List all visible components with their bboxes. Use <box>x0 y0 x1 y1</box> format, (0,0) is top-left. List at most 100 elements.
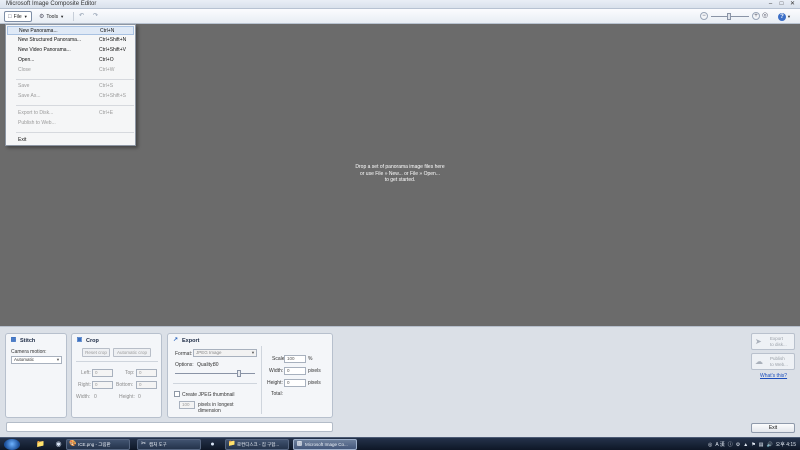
crop-right-field[interactable]: 0 <box>92 381 113 389</box>
export-width-field[interactable]: 0 <box>284 367 306 375</box>
fit-to-window-icon[interactable]: ◎ <box>762 12 770 20</box>
title-bar: Microsoft Image Composite Editor – □ ✕ <box>0 0 800 9</box>
chevron-down-icon: ▼ <box>787 14 791 19</box>
export-title: ↗ Export <box>172 337 199 344</box>
menu-item-label: Publish to Web... <box>18 120 56 126</box>
taskbar: 📁 ◉ 🎨 ICE.png - 그림판 ✂ 캡처 도구 ● 📁 로컨디스크 - … <box>0 437 800 450</box>
reset-crop-button[interactable]: Reset crop <box>82 348 110 357</box>
zoom-out-icon[interactable]: − <box>700 12 708 20</box>
whats-this-link[interactable]: What's this? <box>760 373 787 379</box>
browser-icon[interactable]: ◉ <box>54 440 63 449</box>
zoom-slider-thumb[interactable] <box>727 13 731 20</box>
clock[interactable]: 오후 4:15 <box>776 441 796 448</box>
start-button[interactable] <box>4 439 20 450</box>
language-icon[interactable]: ◎ <box>708 442 712 448</box>
close-icon[interactable]: ✕ <box>789 1 796 7</box>
menu-item-new-panorama[interactable]: New Panorama... Ctrl+N <box>7 26 134 35</box>
volume-icon[interactable]: 🔊 <box>766 442 772 448</box>
maximize-icon[interactable]: □ <box>778 1 785 7</box>
menu-item-exit[interactable]: Exit <box>7 136 134 145</box>
crop-bottom-field[interactable]: 0 <box>136 381 157 389</box>
chevron-down-icon: ▼ <box>56 357 60 362</box>
export-disk-icon: ➤ <box>755 337 762 346</box>
export-title-label: Export <box>182 337 200 344</box>
exit-button[interactable]: Exit <box>751 423 795 433</box>
crop-panel: ▣ Crop Reset crop Automatic crop Left: 0… <box>71 333 162 418</box>
taskbar-item-label: ICE.png - 그림판 <box>78 442 111 447</box>
ice-icon: ▩ <box>296 441 303 447</box>
pixels-dimension-label: dimension <box>198 408 221 414</box>
menu-item-shortcut: Ctrl+O <box>99 57 114 63</box>
menu-item-export-to-disk: Export to Disk... Ctrl+E <box>7 109 134 118</box>
export-divider <box>173 383 257 384</box>
total-label: Total: <box>271 391 283 397</box>
taskbar-item-label: Microsoft Image Co... <box>305 442 348 447</box>
menu-item-label: Save <box>18 83 30 89</box>
export-height-field[interactable]: 0 <box>284 379 306 387</box>
settings-icon[interactable]: ⚙ <box>736 442 740 448</box>
crop-width-label: Width: <box>76 394 91 400</box>
tools-menu-button[interactable]: ⚙ Tools ▼ <box>36 11 68 22</box>
export-to-disk-button[interactable]: ➤ Export to disk... <box>751 333 795 350</box>
menu-item-shortcut: Ctrl+E <box>99 110 114 116</box>
thumbnail-checkbox[interactable] <box>174 391 180 397</box>
stitch-panel: ▩ Stitch Camera motion: Automatic ▼ <box>5 333 67 418</box>
export-icon: ↗ <box>172 337 179 343</box>
menu-item-label: Open... <box>18 57 35 63</box>
menu-item-save-as: Save As... Ctrl+Shift+S <box>7 92 134 101</box>
menu-separator <box>16 79 134 80</box>
publish-to-web-label: Publish to Web... <box>770 356 788 367</box>
redo-icon[interactable]: ↷ <box>92 13 99 20</box>
crop-top-field[interactable]: 0 <box>136 369 157 377</box>
menu-item-label: New Video Panorama... <box>18 47 71 53</box>
bottom-panel: ▩ Stitch Camera motion: Automatic ▼ ▣ Cr… <box>0 326 800 437</box>
menu-item-new-structured-panorama[interactable]: New Structured Panorama... Ctrl+Shift+N <box>7 36 134 45</box>
format-label: Format: <box>175 351 193 357</box>
thumbnail-pixels-field[interactable]: 100 <box>179 401 195 409</box>
quality-slider-track[interactable] <box>175 373 255 374</box>
folder-icon: 📁 <box>228 441 236 447</box>
file-menu-button[interactable]: □ File ▼ <box>4 11 32 22</box>
taskbar-item-snipping-tool[interactable]: ✂ 캡처 도구 <box>137 439 201 450</box>
export-height-unit: pixels <box>308 380 321 386</box>
stitch-title-label: Stitch <box>20 337 36 344</box>
zoom-control: − + ◎ <box>700 12 770 21</box>
taskbar-item-paint[interactable]: 🎨 ICE.png - 그림판 <box>66 439 130 450</box>
crop-left-field[interactable]: 0 <box>92 369 113 377</box>
network-icon[interactable]: ▤ <box>759 442 764 448</box>
help-icon: ? <box>778 12 786 21</box>
menu-item-label: Export to Disk... <box>18 110 54 116</box>
menu-item-shortcut: Ctrl+W <box>99 67 115 73</box>
help-button[interactable]: ? ▼ <box>778 12 792 21</box>
crop-height-label: Height: <box>119 394 135 400</box>
system-tray: ◎ A 漢 ⓘ ⚙ ▲ ⚑ ▤ 🔊 오후 4:15 <box>708 439 796 450</box>
automatic-crop-button[interactable]: Automatic crop <box>113 348 151 357</box>
minimize-icon[interactable]: – <box>767 1 774 7</box>
taskbar-item-ice[interactable]: ▩ Microsoft Image Co... <box>293 439 357 450</box>
format-value: JPEG Image <box>196 350 222 355</box>
ime-indicator[interactable]: A 漢 <box>715 441 724 448</box>
menu-item-open[interactable]: Open... Ctrl+O <box>7 56 134 65</box>
menu-separator <box>16 105 134 106</box>
zoom-in-icon[interactable]: + <box>752 12 760 20</box>
quality-slider-thumb[interactable] <box>237 370 241 377</box>
scale-field[interactable]: 100 <box>284 355 306 363</box>
camera-motion-select[interactable]: Automatic ▼ <box>11 356 62 364</box>
flag-icon[interactable]: ⚑ <box>751 442 755 448</box>
export-vertical-divider <box>261 346 262 414</box>
menu-item-new-video-panorama[interactable]: New Video Panorama... Ctrl+Shift+V <box>7 46 134 55</box>
crop-height-value: 0 <box>138 394 141 400</box>
chevron-up-icon[interactable]: ▲ <box>743 442 748 448</box>
format-select[interactable]: JPEG Image ▼ <box>193 349 257 357</box>
taskbar-item-label: 로컨디스크 - 집 구합... <box>237 442 280 447</box>
chrome-icon[interactable]: ● <box>208 440 217 449</box>
explorer-icon[interactable]: 📁 <box>36 440 45 449</box>
publish-to-web-button[interactable]: ☁ Publish to Web... <box>751 353 795 370</box>
undo-icon[interactable]: ↶ <box>78 13 85 20</box>
crop-title: ▣ Crop <box>76 337 99 344</box>
scale-unit: % <box>308 356 313 362</box>
menu-item-shortcut: Ctrl+N <box>100 28 115 34</box>
help-icon[interactable]: ⓘ <box>728 441 733 448</box>
taskbar-item-explorer[interactable]: 📁 로컨디스크 - 집 구합... <box>225 439 289 450</box>
export-height-label: Height: <box>267 380 283 386</box>
